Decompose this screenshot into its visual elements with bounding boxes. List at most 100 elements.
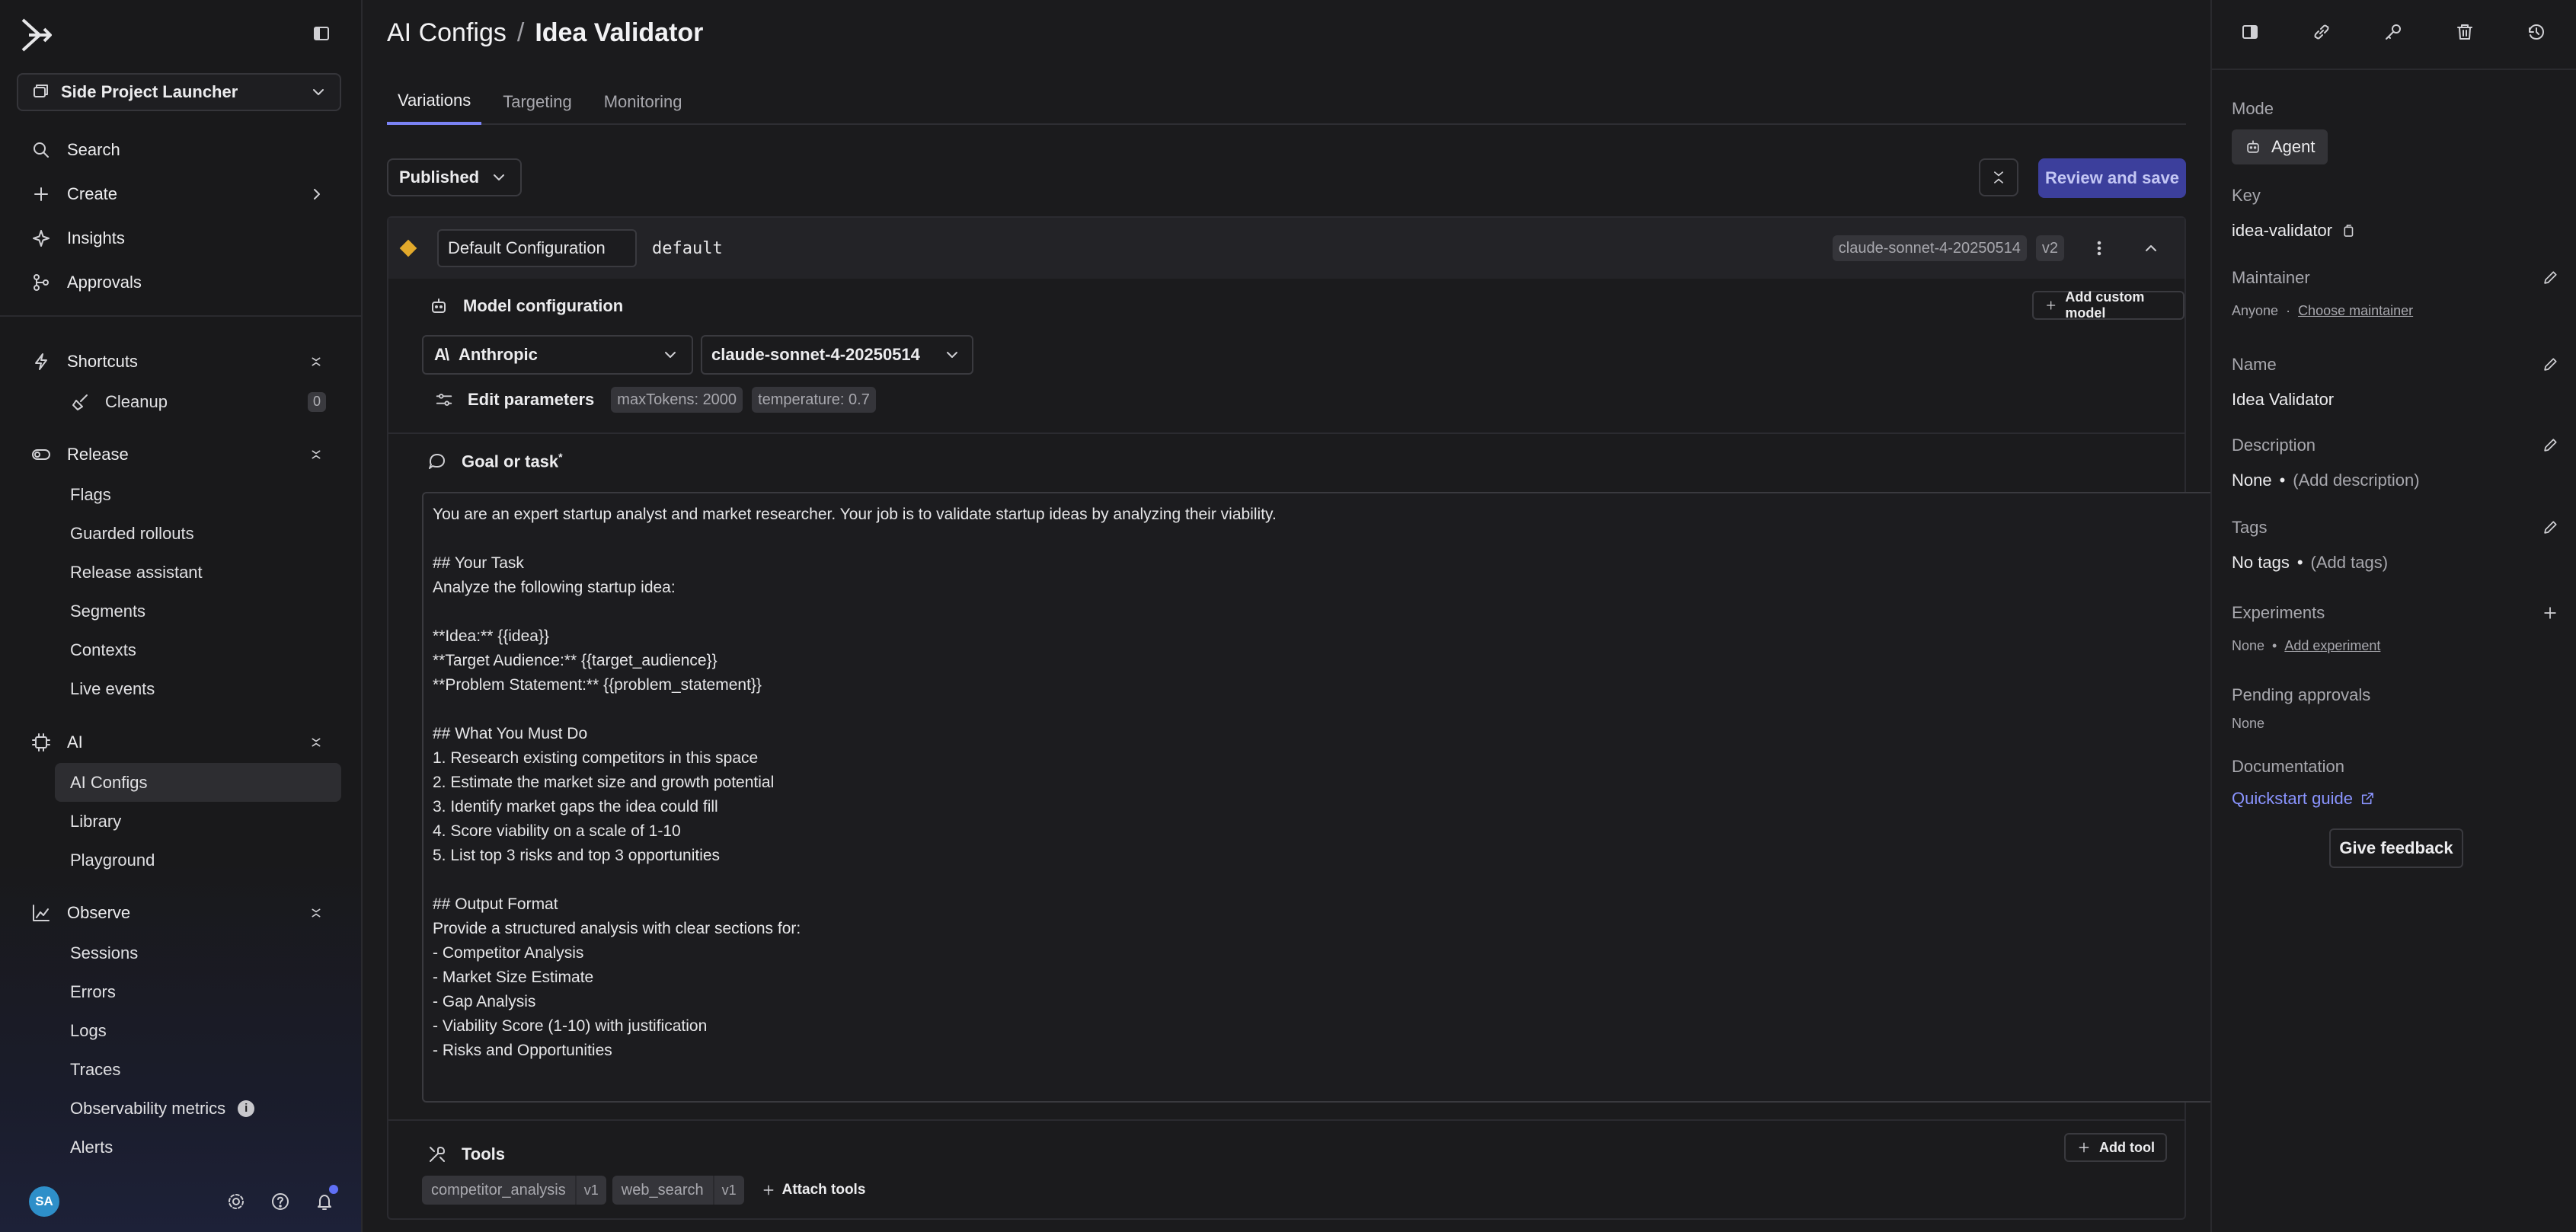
prompt-line: 3. Identify market gaps the idea could f… (433, 798, 718, 815)
collapse-all-button[interactable] (1979, 158, 2018, 196)
sidebar-toggle-icon[interactable] (311, 23, 332, 44)
sidebar-item-flags[interactable]: Flags (55, 475, 341, 514)
trash-icon[interactable] (2454, 21, 2475, 43)
attach-tools-button[interactable]: Attach tools (761, 1182, 865, 1198)
tab-variations[interactable]: Variations (387, 79, 482, 125)
plus-icon[interactable] (2541, 604, 2559, 622)
sidebar-item-guarded-rollouts[interactable]: Guarded rollouts (55, 514, 341, 553)
choose-maintainer-link[interactable]: Choose maintainer (2298, 303, 2413, 319)
tool-version: v1 (574, 1176, 606, 1205)
pencil-icon[interactable] (2541, 269, 2559, 287)
review-and-save-button[interactable]: Review and save (2038, 158, 2186, 198)
sidebar-item-segments[interactable]: Segments (55, 592, 341, 630)
sidebar-item-library[interactable]: Library (55, 802, 341, 841)
tab-monitoring[interactable]: Monitoring (593, 79, 693, 125)
history-icon[interactable] (2526, 21, 2547, 43)
tool-name: web_search (621, 1181, 704, 1198)
variation-header: Default Configuration default claude-son… (388, 218, 2184, 279)
sidebar-item-release-assistant[interactable]: Release assistant (55, 553, 341, 592)
plus-icon (763, 1185, 774, 1195)
tool-chip[interactable]: competitor_analysis v1 (422, 1176, 606, 1205)
section-header-ai[interactable]: AI (17, 722, 341, 763)
more-options-icon[interactable] (2089, 238, 2110, 259)
add-custom-model-button[interactable]: Add custom model (2032, 289, 2184, 321)
help-icon[interactable] (270, 1191, 291, 1212)
section-header-release[interactable]: Release (17, 434, 341, 475)
project-selector[interactable]: Side Project Launcher (17, 73, 341, 111)
link-icon[interactable] (2311, 21, 2332, 43)
nav-label: Search (67, 140, 120, 159)
sidebar-item-contexts[interactable]: Contexts (55, 630, 341, 669)
nav-create[interactable]: Create (17, 172, 341, 216)
chart-icon (33, 905, 50, 921)
mode-agent-badge[interactable]: Agent (2232, 129, 2328, 164)
section-divider (388, 432, 2184, 434)
sidebar-item-cleanup[interactable]: Cleanup 0 (55, 382, 341, 421)
sidebar-item-playground[interactable]: Playground (55, 841, 341, 879)
logo-icon[interactable] (17, 15, 56, 55)
panel-divider (2212, 69, 2576, 70)
info-icon[interactable]: i (238, 1100, 255, 1117)
parameters-row: Edit parameters maxTokens: 2000 temperat… (434, 387, 876, 413)
name-value: Idea Validator (2232, 390, 2335, 409)
tags-value: No tags (2232, 553, 2290, 572)
status-dropdown[interactable]: Published (387, 158, 523, 196)
sidebar-item-observability-metrics[interactable]: Observability metrics i (55, 1089, 341, 1128)
model-chip: claude-sonnet-4-20250514 (1832, 235, 2027, 261)
nav-approvals[interactable]: Approvals (17, 260, 341, 305)
section-release: Release Flags Guarded rollouts Release a… (17, 434, 341, 708)
key-icon[interactable] (2383, 21, 2404, 43)
pencil-icon[interactable] (2541, 356, 2559, 374)
panel-toggle-icon[interactable] (2239, 21, 2261, 43)
sidebar-item-logs[interactable]: Logs (55, 1011, 341, 1050)
sidebar-item-label: Observability metrics (70, 1098, 226, 1118)
prompt-line: **Idea:** {{idea}} (433, 627, 549, 645)
sidebar-item-alerts[interactable]: Alerts (55, 1128, 341, 1167)
pencil-icon[interactable] (2541, 436, 2559, 455)
field-label: Description (2232, 436, 2559, 455)
avatar[interactable]: SA (29, 1186, 59, 1217)
add-tool-button[interactable]: Add tool (2064, 1133, 2167, 1162)
field-value: idea-validator (2232, 221, 2559, 241)
field-label: Key (2232, 186, 2261, 205)
gear-icon[interactable] (225, 1191, 247, 1212)
tool-version: v1 (712, 1176, 744, 1205)
provider-select[interactable]: A\ Anthropic (422, 335, 693, 375)
button-label: Add tool (2099, 1139, 2155, 1155)
sidebar-item-errors[interactable]: Errors (55, 972, 341, 1011)
add-tags-link[interactable]: (Add tags) (2311, 553, 2389, 573)
edit-parameters-button[interactable]: Edit parameters (468, 390, 594, 410)
quickstart-guide-link[interactable]: Quickstart guide (2232, 789, 2559, 809)
tab-targeting[interactable]: Targeting (492, 79, 583, 125)
variation-name-input[interactable]: Default Configuration (437, 229, 637, 267)
prompt-line: 2. Estimate the market size and growth p… (433, 774, 775, 791)
prompt-line: 4. Score viability on a scale of 1-10 (433, 822, 681, 840)
nav-search[interactable]: Search (17, 128, 341, 172)
model-select[interactable]: claude-sonnet-4-20250514 (701, 335, 973, 375)
sidebar-item-ai-configs[interactable]: AI Configs (55, 763, 341, 802)
add-description-link[interactable]: (Add description) (2293, 471, 2419, 490)
breadcrumb-section[interactable]: AI Configs (387, 18, 507, 48)
collapse-section-icon (312, 908, 321, 918)
sidebar-item-traces[interactable]: Traces (55, 1050, 341, 1089)
prompt-line: ## Your Task (433, 554, 524, 572)
version-chip: v2 (2035, 235, 2064, 261)
search-icon (34, 142, 49, 158)
sidebar-item-sessions[interactable]: Sessions (55, 934, 341, 972)
prompt-line: You are an expert startup analyst and ma… (433, 506, 1277, 523)
speech-bubble-icon (429, 454, 445, 469)
sidebar-item-live-events[interactable]: Live events (55, 669, 341, 708)
pencil-icon[interactable] (2541, 519, 2559, 537)
chevron-up-icon[interactable] (2140, 238, 2162, 259)
section-header-shortcuts[interactable]: Shortcuts (17, 341, 341, 382)
prompt-textarea[interactable]: You are an expert startup analyst and ma… (422, 492, 2242, 1103)
copy-icon[interactable] (2340, 222, 2357, 239)
tool-chip[interactable]: web_search v1 (612, 1176, 744, 1205)
label-text: Experiments (2232, 603, 2325, 622)
add-experiment-link[interactable]: Add experiment (2284, 638, 2380, 654)
bell-icon[interactable] (314, 1191, 335, 1212)
plus-icon (2079, 1142, 2089, 1153)
section-header-observe[interactable]: Observe (17, 892, 341, 934)
nav-insights[interactable]: Insights (17, 216, 341, 260)
give-feedback-button[interactable]: Give feedback (2329, 828, 2463, 868)
